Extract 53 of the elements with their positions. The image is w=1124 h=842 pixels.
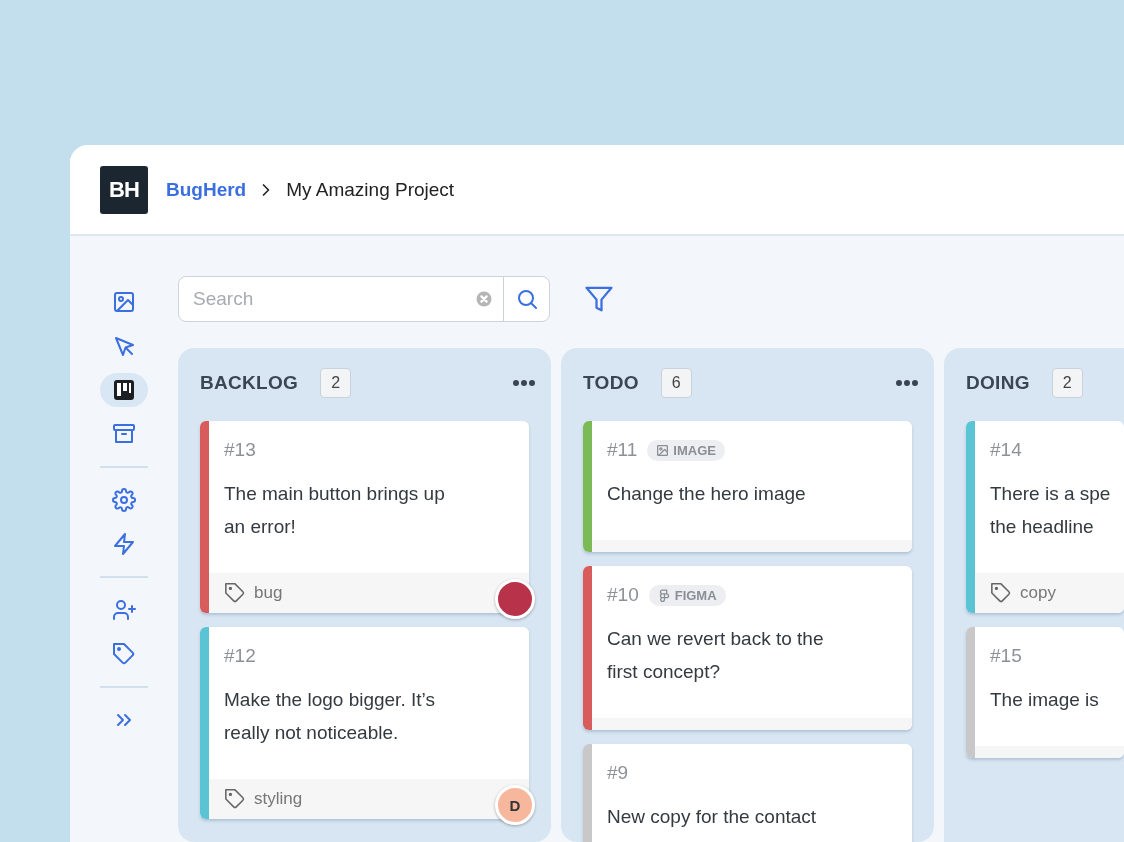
task-title: The image is [990, 688, 1100, 712]
search-input[interactable]: Search [191, 287, 475, 311]
figma-icon [657, 588, 671, 602]
filter-icon[interactable] [584, 284, 614, 314]
task-number: #15 [990, 645, 1022, 667]
task-card[interactable]: #15 The image is [966, 627, 1124, 758]
task-card[interactable]: #9 New copy for the contact [583, 744, 912, 842]
task-title: There is a spe the headline [990, 482, 1112, 539]
column-title: BACKLOG [200, 372, 299, 394]
task-number: #9 [607, 762, 629, 784]
image-icon [656, 443, 670, 457]
board-icon [112, 378, 136, 402]
tag-label: styling [254, 789, 303, 809]
task-card[interactable]: #14 There is a spe the headline copy [966, 421, 1124, 613]
attachment-badge: FIGMA [648, 584, 726, 606]
breadcrumb-link[interactable]: BugHerd [166, 178, 247, 201]
tag-icon [112, 642, 136, 666]
card-count: 6 [660, 368, 692, 398]
lightning-icon [112, 532, 136, 556]
column-title: DOING [966, 372, 1030, 394]
logo: BH [100, 165, 148, 214]
pointer-icon [112, 334, 136, 358]
image-icon [112, 290, 136, 314]
task-card[interactable]: #11 IMAGE Change the hero image [583, 421, 912, 552]
board-button[interactable] [100, 373, 148, 407]
search-bar[interactable]: Search [178, 276, 550, 322]
task-number: #13 [224, 439, 256, 461]
task-card[interactable]: #10 FIGMA Can we revert back to the first concept? [583, 566, 912, 730]
tag-icon [224, 788, 246, 810]
add-user-icon [112, 598, 136, 622]
archive-icon [112, 422, 136, 446]
tag-icon [224, 582, 246, 604]
task-title: Change the hero image [607, 482, 807, 506]
tag-label: copy [1020, 583, 1056, 603]
tag-label: bug [254, 583, 283, 603]
settings-icon [112, 488, 136, 512]
task-number: #10 [607, 584, 639, 606]
task-number: #14 [990, 439, 1022, 461]
task-number: #11 [607, 439, 638, 461]
column-title: TODO [583, 372, 639, 394]
task-title: The main button brings up an error! [224, 482, 446, 539]
task-number: #12 [224, 645, 256, 667]
avatar-photo-placeholder [495, 579, 535, 619]
card-count: 2 [320, 368, 352, 398]
task-title: New copy for the contact [607, 805, 818, 829]
breadcrumb-current: My Amazing Project [286, 178, 455, 201]
tag-icon [990, 582, 1012, 604]
card-count: 2 [1051, 368, 1083, 398]
task-card[interactable]: #13 The main button brings up an error! bug [200, 421, 529, 613]
attachment-badge: IMAGE [647, 439, 725, 461]
task-title: Make the logo bigger. It’s really not noticeable. [224, 688, 436, 745]
avatar: D [495, 785, 535, 825]
task-title: Can we revert back to the first concept? [607, 627, 825, 684]
